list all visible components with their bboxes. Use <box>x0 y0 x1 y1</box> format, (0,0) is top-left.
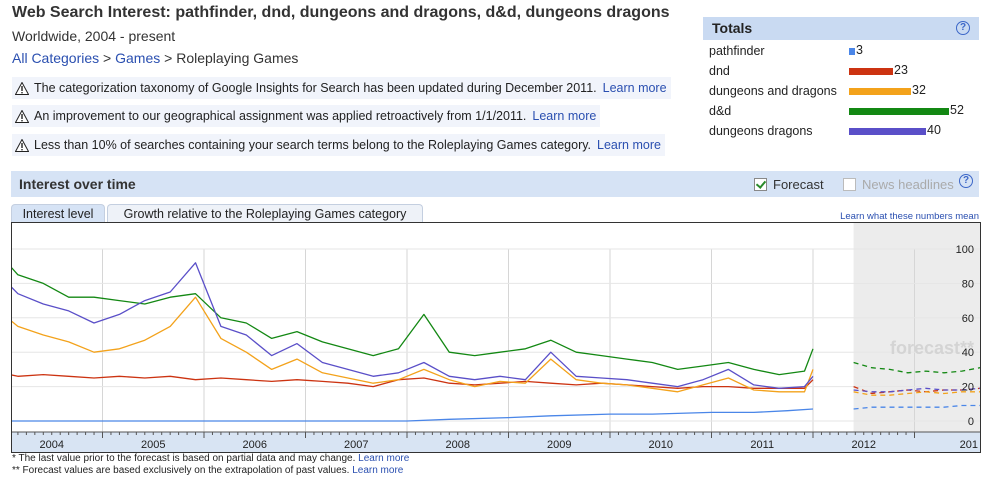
y-tick-label: 20 <box>962 382 974 394</box>
totals-term: d&d <box>709 104 732 118</box>
totals-row: d&d 52 <box>709 103 979 121</box>
totals-row: dnd 23 <box>709 63 979 81</box>
totals-row: pathfinder 3 <box>709 43 979 61</box>
breadcrumb-separator: > <box>103 50 112 66</box>
notice-geography: An improvement to our geographical assig… <box>12 105 601 127</box>
x-tick-label: 2005 <box>141 439 165 451</box>
tab-growth-relative[interactable]: Growth relative to the Roleplaying Games… <box>107 204 423 224</box>
totals-value: 40 <box>927 123 941 137</box>
x-tick-label: 2011 <box>750 439 774 451</box>
region-date-range: Worldwide, 2004 - present <box>12 28 176 44</box>
y-tick-label: 0 <box>968 416 974 428</box>
notice-category-share: Less than 10% of searches containing you… <box>12 134 665 156</box>
totals-term: dnd <box>709 64 730 78</box>
learn-more-link[interactable]: Learn more <box>597 138 661 152</box>
x-tick-label: 2009 <box>547 439 571 451</box>
notice-text: The categorization taxonomy of Google In… <box>34 81 597 95</box>
totals-header: Totals ? <box>703 17 979 40</box>
y-tick-label: 100 <box>956 244 974 256</box>
series-line-d-d <box>12 267 814 376</box>
breadcrumb-all-categories[interactable]: All Categories <box>12 50 99 66</box>
totals-bar <box>849 128 926 135</box>
forecast-label: Forecast <box>773 177 824 192</box>
totals-value: 32 <box>912 83 926 97</box>
y-tick-label: 60 <box>962 313 974 325</box>
warning-icon <box>15 138 29 152</box>
totals-value: 3 <box>856 43 863 57</box>
x-tick-label: 2007 <box>344 439 368 451</box>
totals-row: dungeons dragons 40 <box>709 123 979 141</box>
news-headlines-label: News headlines <box>862 177 954 192</box>
totals-title: Totals <box>712 20 753 36</box>
footnote-partial-data: * The last value prior to the forecast i… <box>12 453 409 464</box>
learn-numbers-link[interactable]: Learn what these numbers mean <box>840 211 979 222</box>
footnote-text: ** Forecast values are based exclusively… <box>12 465 350 476</box>
footnote-text: * The last value prior to the forecast i… <box>12 453 356 464</box>
warning-icon <box>15 81 29 95</box>
notice-text: Less than 10% of searches containing you… <box>34 138 592 152</box>
learn-more-link[interactable]: Learn more <box>603 81 667 95</box>
help-icon[interactable]: ? <box>959 174 973 188</box>
breadcrumb-games[interactable]: Games <box>115 50 160 66</box>
notice-taxonomy: The categorization taxonomy of Google In… <box>12 77 671 99</box>
series-line-pathfinder <box>12 408 814 422</box>
totals-panel: Totals ? pathfinder 3 dnd 23 dungeons and dr… <box>703 17 979 153</box>
totals-term: dungeons and dragons <box>709 84 837 98</box>
footnote-forecast: ** Forecast values are based exclusively… <box>12 465 403 476</box>
series-line-dnd <box>12 373 814 389</box>
x-tick-label: 201 <box>960 439 978 451</box>
learn-more-link[interactable]: Learn more <box>358 453 409 464</box>
totals-bar <box>849 68 893 75</box>
learn-more-link[interactable]: Learn more <box>532 109 596 123</box>
series-line-dungeons-dragons <box>12 262 814 389</box>
help-icon[interactable]: ? <box>956 21 970 35</box>
breadcrumb-roleplaying-games: Roleplaying Games <box>176 50 299 66</box>
x-tick-label: 2004 <box>40 439 64 451</box>
y-tick-label: 40 <box>962 347 974 359</box>
totals-row: dungeons and dragons 32 <box>709 83 979 101</box>
x-tick-label: 2008 <box>446 439 470 451</box>
forecast-checkbox[interactable] <box>754 178 767 191</box>
x-tick-label: 2006 <box>243 439 267 451</box>
x-tick-label: 2010 <box>649 439 673 451</box>
breadcrumb-separator: > <box>164 50 173 66</box>
breadcrumb: All Categories > Games > Roleplaying Gam… <box>12 50 298 66</box>
interest-over-time-header: Interest over time Forecast News headlin… <box>11 171 979 197</box>
x-tick-label: 2012 <box>852 439 876 451</box>
warning-icon <box>15 109 29 123</box>
interest-chart-svg: forecast**0204060801002004 2005 2006 2007 20… <box>12 223 980 452</box>
totals-term: dungeons dragons <box>709 124 813 138</box>
totals-value: 23 <box>894 63 908 77</box>
page-title: Web Search Interest: pathfinder, dnd, du… <box>12 4 670 21</box>
notice-text: An improvement to our geographical assig… <box>34 109 527 123</box>
interest-over-time-title: Interest over time <box>19 176 136 192</box>
totals-bar <box>849 48 855 55</box>
learn-more-link[interactable]: Learn more <box>352 465 403 476</box>
interest-chart: forecast** 0 20 40 60 80 100 2004 2005 2006 2007 20… <box>11 222 981 453</box>
totals-value: 52 <box>950 103 964 117</box>
tab-interest-level[interactable]: Interest level <box>11 204 105 224</box>
totals-bar <box>849 88 911 95</box>
totals-bar <box>849 108 949 115</box>
totals-term: pathfinder <box>709 44 765 58</box>
y-tick-label: 80 <box>962 278 974 290</box>
news-headlines-checkbox[interactable] <box>843 178 856 191</box>
